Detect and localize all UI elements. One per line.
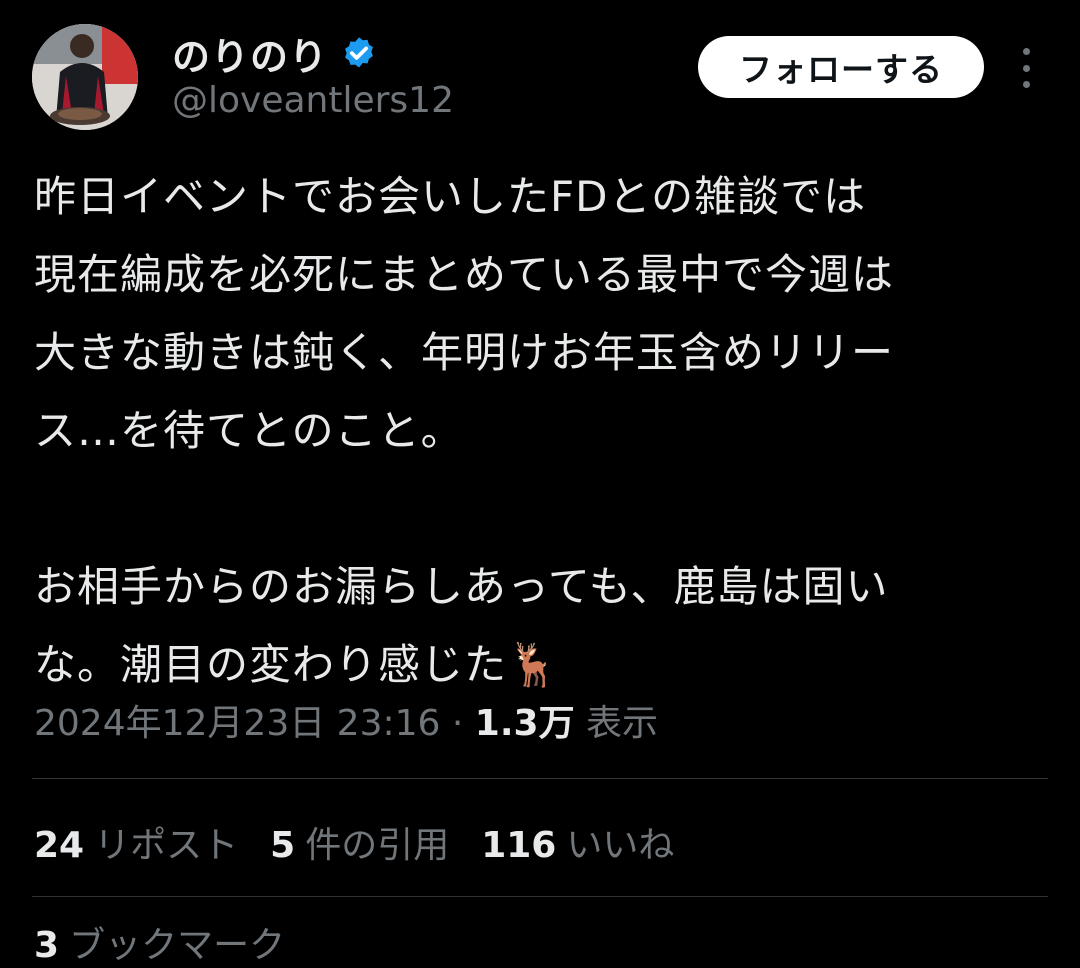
quotes-label: 件の引用 [305, 825, 450, 866]
bookmarks-stat[interactable]: 3 ブックマーク [34, 916, 285, 968]
bookmarks-label: ブックマーク [69, 925, 286, 966]
reposts-stat[interactable]: 24 リポスト [34, 816, 238, 868]
quotes-count: 5 [270, 825, 296, 866]
likes-label: いいね [566, 825, 675, 866]
follow-button[interactable]: フォローする [698, 36, 984, 98]
more-vertical-icon[interactable] [1016, 48, 1036, 88]
reposts-label: リポスト [94, 825, 239, 866]
meta-separator: · [451, 703, 464, 744]
likes-count: 116 [481, 825, 557, 866]
avatar[interactable] [32, 24, 138, 130]
author-handle[interactable]: @loveantlers12 [172, 80, 454, 121]
author-name[interactable]: のりのり [172, 26, 328, 81]
engagement-stats: 24 リポスト 5 件の引用 116 いいね [34, 816, 706, 868]
timestamp[interactable]: 2024年12月23日 23:16 [34, 703, 440, 744]
more-dot [1022, 48, 1030, 55]
tweet-meta: 2024年12月23日 23:16 · 1.3万 表示 [34, 694, 658, 746]
divider [32, 778, 1048, 779]
views-count: 1.3万 [474, 703, 575, 744]
likes-stat[interactable]: 116 いいね [481, 816, 674, 868]
quotes-stat[interactable]: 5 件の引用 [270, 816, 449, 868]
more-dot [1022, 81, 1030, 88]
views-label: 表示 [586, 703, 659, 744]
reposts-count: 24 [34, 825, 85, 866]
more-dot [1022, 64, 1030, 72]
divider [32, 896, 1048, 897]
tweet-text: 昨日イベントでお会いしたFDとの雑談では 現在編成を必死にまとめている最中で今週… [34, 172, 895, 689]
bookmarks-count: 3 [34, 925, 60, 966]
verified-badge-icon [345, 36, 373, 67]
